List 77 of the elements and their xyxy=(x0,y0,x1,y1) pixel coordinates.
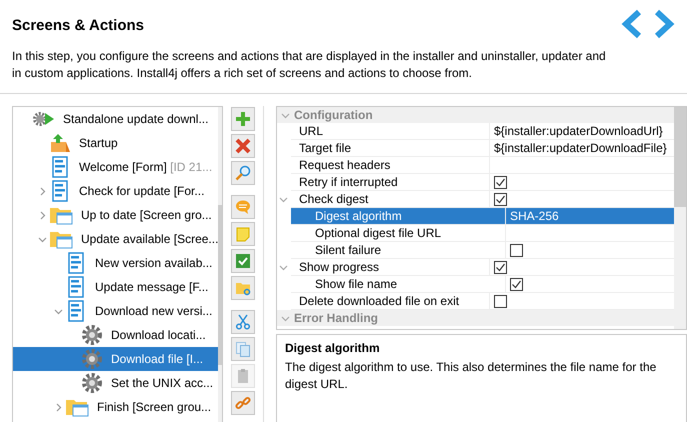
gear-icon xyxy=(81,372,103,394)
note-icon xyxy=(235,226,251,242)
scissors-icon xyxy=(235,314,251,330)
checkbox[interactable] xyxy=(494,192,507,206)
checkmark-icon xyxy=(235,253,251,269)
chevron-icon[interactable] xyxy=(54,402,62,412)
checkbox[interactable] xyxy=(494,294,507,308)
checkbox[interactable] xyxy=(494,260,507,274)
property-name[interactable]: Show file name xyxy=(291,276,506,292)
tree-item[interactable]: Up to date [Screen gro... xyxy=(13,203,218,227)
gear-icon xyxy=(81,348,103,370)
tree-item[interactable]: Download new versi... xyxy=(13,299,218,323)
folder-gear-icon xyxy=(235,280,251,296)
folder-button[interactable] xyxy=(231,276,255,300)
tree-item[interactable]: Finish [Screen grou... xyxy=(13,395,218,419)
tree-item[interactable]: New version availab... xyxy=(13,251,218,275)
comment-button[interactable] xyxy=(231,195,255,219)
scrollbar[interactable] xyxy=(674,107,686,329)
property-name[interactable]: Silent failure xyxy=(291,242,506,258)
folder-window-icon xyxy=(65,397,89,417)
property-name[interactable]: Digest algorithm xyxy=(291,208,506,224)
chevron-icon[interactable] xyxy=(54,306,62,316)
tree-item[interactable]: Startup xyxy=(13,131,218,155)
property-value[interactable]: ${installer:updaterDownloadUrl} xyxy=(494,124,663,138)
property-name[interactable]: Target file xyxy=(291,140,490,156)
tree-item[interactable]: Standalone update downl... xyxy=(13,107,218,131)
add-button[interactable] xyxy=(231,107,255,131)
property-name[interactable]: Retry if interrupted xyxy=(291,174,490,190)
property-name[interactable]: Request headers xyxy=(291,157,490,173)
chevron-icon[interactable] xyxy=(281,110,290,120)
chevron-icon[interactable] xyxy=(38,234,46,244)
tree-item[interactable]: Set the UNIX acc... xyxy=(13,371,218,395)
tree-item[interactable]: Download file [I... xyxy=(13,347,218,371)
delete-button[interactable] xyxy=(231,134,255,158)
chevron-icon[interactable] xyxy=(281,314,290,322)
checkbox[interactable] xyxy=(510,244,523,256)
help-title: Digest algorithm xyxy=(285,341,381,355)
link-button[interactable] xyxy=(231,391,255,415)
page-description: In this step, you configure the screens and actions that are displayed in the installer and uninstaller, updater and in custom applications. Install4j offers a rich set of screens and actions to choose from. xyxy=(12,48,607,82)
note-button[interactable] xyxy=(231,222,255,246)
gear-play-icon xyxy=(33,110,55,128)
cut-button[interactable] xyxy=(231,310,255,334)
property-value[interactable]: SHA-256 xyxy=(510,209,559,223)
chevron-icon[interactable] xyxy=(279,262,288,272)
tree-item[interactable]: Check for update [For... xyxy=(13,179,218,203)
property-value[interactable]: ${installer:updaterDownloadFile} xyxy=(494,141,667,155)
check-button[interactable] xyxy=(231,249,255,273)
checkbox[interactable] xyxy=(510,278,523,290)
tree-item[interactable]: Download locati... xyxy=(13,323,218,347)
close-icon xyxy=(235,138,251,154)
chain-link-icon xyxy=(235,395,251,411)
chevron-icon[interactable] xyxy=(279,194,288,204)
tree-item[interactable]: Update message [F... xyxy=(13,275,218,299)
tree-item[interactable]: Update available [Scree... xyxy=(13,227,218,251)
chevron-icon[interactable] xyxy=(38,210,46,220)
property-name[interactable]: Delete downloaded file on exit xyxy=(291,293,490,309)
tree-item[interactable]: Welcome [Form] [ID 21... xyxy=(13,155,218,179)
help-text: The digest algorithm to use. This also determines the file name for the digest URL. xyxy=(285,359,658,393)
search-button[interactable] xyxy=(231,161,255,185)
chevron-icon[interactable] xyxy=(38,186,46,196)
property-name[interactable]: Check digest xyxy=(291,191,490,207)
search-icon xyxy=(235,165,251,181)
copy-button[interactable] xyxy=(231,337,255,361)
property-name[interactable]: URL xyxy=(291,123,490,139)
property-name[interactable]: Show progress xyxy=(291,259,490,275)
box-arrow-icon xyxy=(49,133,71,153)
property-name[interactable]: Optional digest file URL xyxy=(291,225,506,241)
clipboard-icon xyxy=(235,368,251,384)
item-id: [ID 21... xyxy=(170,160,212,174)
folder-window-icon xyxy=(49,229,73,249)
folder-window-icon xyxy=(49,205,73,225)
speech-bubble-icon xyxy=(235,199,251,215)
gear-icon xyxy=(81,324,103,346)
plus-icon xyxy=(235,111,251,127)
page-title: Screens & Actions xyxy=(12,17,145,34)
copy-icon xyxy=(235,341,251,357)
checkbox[interactable] xyxy=(494,176,507,188)
